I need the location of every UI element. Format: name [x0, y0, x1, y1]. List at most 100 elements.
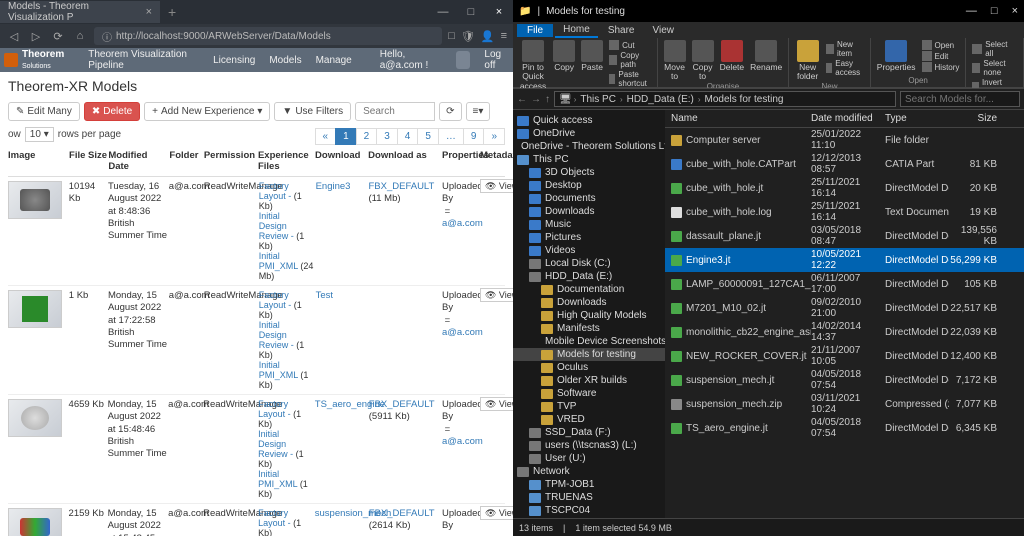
close-tab-icon[interactable]: × [146, 6, 152, 18]
page-…[interactable]: … [438, 128, 464, 145]
file-row[interactable]: cube_with_hole.jt25/11/2021 16:14DirectM… [665, 176, 1024, 200]
tree-item[interactable]: TRUENAS [513, 491, 665, 504]
page-5[interactable]: 5 [417, 128, 439, 145]
home-icon[interactable]: ⌂ [72, 30, 88, 42]
file-row[interactable]: LAMP_60000091_127CA1_SLV_ASY_WR_...06/11… [665, 272, 1024, 296]
pmi-xml-link[interactable]: PMI_XML (1 Kb) [259, 370, 316, 390]
design-review-link[interactable]: Design Review - (1 Kb) [259, 221, 316, 251]
refresh-button[interactable]: ⟳ [439, 102, 461, 121]
tree-item[interactable]: Documentation [513, 283, 665, 296]
easy-access-button[interactable]: Easy access [826, 59, 864, 77]
browser-tab[interactable]: Models - Theorem Visualization P × [0, 1, 160, 23]
delete-button[interactable]: ✖ Delete [84, 102, 140, 121]
tree-item[interactable]: TPM-JOB1 [513, 478, 665, 491]
tree-item[interactable]: Music [513, 218, 665, 231]
open-button[interactable]: Open [922, 40, 960, 50]
initial-link[interactable]: Initial [259, 251, 316, 261]
tree-item[interactable]: OneDrive - Theorem Solutions Ltd [513, 140, 665, 153]
file-row[interactable]: Computer server25/01/2022 11:10File fold… [665, 128, 1024, 152]
up-icon[interactable]: ↑ [545, 94, 550, 105]
tree-item[interactable]: VRED [513, 413, 665, 426]
logoff-link[interactable]: Log off [484, 49, 509, 71]
tree-item[interactable]: Network [513, 465, 665, 478]
rows-per-page-select[interactable]: 10 ▾ [25, 127, 54, 142]
nav-manage[interactable]: Manage [316, 55, 352, 66]
select-all-button[interactable]: Select all [972, 40, 1017, 58]
factory-layout-link[interactable]: Factory Layout - (1 Kb) [258, 399, 315, 429]
factory-layout-link[interactable]: Factory Layout - (1 Kb) [259, 290, 316, 320]
avatar-icon[interactable] [456, 51, 471, 69]
page-9[interactable]: 9 [463, 128, 485, 145]
model-thumbnail[interactable] [8, 181, 62, 219]
close-icon[interactable]: × [1012, 5, 1018, 17]
forward-icon[interactable]: → [531, 94, 541, 105]
search-input[interactable] [355, 102, 435, 121]
file-row[interactable]: monolithic_cb22_engine_asm.jt14/02/2014 … [665, 320, 1024, 344]
model-thumbnail[interactable] [8, 508, 62, 536]
tree-item[interactable]: Downloads [513, 296, 665, 309]
file-row[interactable]: cube_with_hole.CATPart12/12/2013 08:57CA… [665, 152, 1024, 176]
back-icon[interactable]: ← [517, 94, 527, 105]
move-to-button[interactable]: Move to [664, 40, 686, 82]
use-filters-button[interactable]: ▼ Use Filters [274, 102, 351, 121]
initial-link[interactable]: Initial [259, 211, 316, 221]
tree-item[interactable]: Pictures [513, 231, 665, 244]
download-link[interactable]: Engine3 [316, 181, 369, 193]
cut-button[interactable]: Cut [609, 40, 650, 50]
file-row[interactable]: M7201_M10_02.jt09/02/2010 21:00DirectMod… [665, 296, 1024, 320]
download-as-link[interactable]: FBX_DEFAULT [369, 508, 435, 519]
tree-item[interactable]: OneDrive [513, 127, 665, 140]
page-»[interactable]: » [483, 128, 505, 145]
delete-button[interactable]: Delete [720, 40, 745, 72]
pmi-xml-link[interactable]: PMI_XML (1 Kb) [258, 479, 315, 499]
page-2[interactable]: 2 [356, 128, 378, 145]
copy-button[interactable]: Copy [553, 40, 575, 72]
menu-icon[interactable]: ≡ [501, 30, 507, 43]
tree-item[interactable]: This PC [513, 153, 665, 166]
breadcrumb[interactable]: 🖥›This PC›HDD_Data (E:)›Models for testi… [554, 91, 896, 107]
tree-item[interactable]: Videos [513, 244, 665, 257]
crumb[interactable]: This PC [578, 94, 618, 105]
add-new-button[interactable]: + Add New Experience ▾ [144, 102, 270, 121]
file-list-header[interactable]: Name Date modified Type Size [665, 110, 1024, 128]
file-row[interactable]: suspension_mech.jt04/05/2018 07:54Direct… [665, 368, 1024, 392]
select-none-button[interactable]: Select none [972, 59, 1017, 77]
page-3[interactable]: 3 [376, 128, 398, 145]
maximize-icon[interactable]: □ [457, 6, 485, 18]
tree-item[interactable]: Manifests [513, 322, 665, 335]
menu-home[interactable]: Home [555, 23, 598, 38]
tree-item[interactable]: TSCPC04 [513, 504, 665, 517]
maximize-icon[interactable]: □ [991, 5, 998, 17]
initial-link[interactable]: Initial [258, 469, 315, 479]
rename-button[interactable]: Rename [750, 40, 782, 72]
ext-icon[interactable]: □ [448, 30, 455, 43]
new-tab-button[interactable]: + [160, 4, 184, 20]
model-thumbnail[interactable] [8, 290, 62, 328]
close-window-icon[interactable]: × [485, 6, 513, 18]
file-row[interactable]: dassault_plane.jt03/05/2018 08:47DirectM… [665, 224, 1024, 248]
factory-layout-link[interactable]: Factory Layout - (1 Kb) [259, 181, 316, 211]
download-as-link[interactable]: FBX_DEFAULT [369, 181, 435, 192]
view-metadata-button[interactable]: 👁 View M [480, 397, 513, 411]
design-review-link[interactable]: Design Review - (1 Kb) [259, 330, 316, 360]
copy-to-button[interactable]: Copy to [692, 40, 714, 82]
download-link[interactable]: TS_aero_engine [315, 399, 369, 411]
download-as-link[interactable]: FBX_DEFAULT [369, 399, 435, 410]
tree-item[interactable]: Local Disk (C:) [513, 257, 665, 270]
file-row[interactable]: TS_aero_engine.jt04/05/2018 07:54DirectM… [665, 416, 1024, 440]
download-link[interactable]: suspension_mech [315, 508, 369, 520]
tree-item[interactable]: TVP [513, 400, 665, 413]
tree-item[interactable]: Quick access [513, 114, 665, 127]
tree-item[interactable]: 3D Objects [513, 166, 665, 179]
paste-button[interactable]: Paste [581, 40, 603, 72]
file-row[interactable]: Engine3.jt10/05/2021 12:22DirectModel Do… [665, 248, 1024, 272]
tree-item[interactable]: Older XR builds [513, 374, 665, 387]
file-row[interactable]: NEW_ROCKER_COVER.jt21/11/2007 10:05Direc… [665, 344, 1024, 368]
back-icon[interactable]: ◁ [6, 30, 22, 43]
tree-item[interactable]: HDD_Data (E:) [513, 270, 665, 283]
reload-icon[interactable]: ⟳ [50, 30, 66, 43]
account-icon[interactable]: 👤 [481, 30, 495, 43]
minimize-icon[interactable]: — [966, 5, 977, 17]
tree-item[interactable]: Downloads [513, 205, 665, 218]
menu-view[interactable]: View [645, 24, 683, 37]
